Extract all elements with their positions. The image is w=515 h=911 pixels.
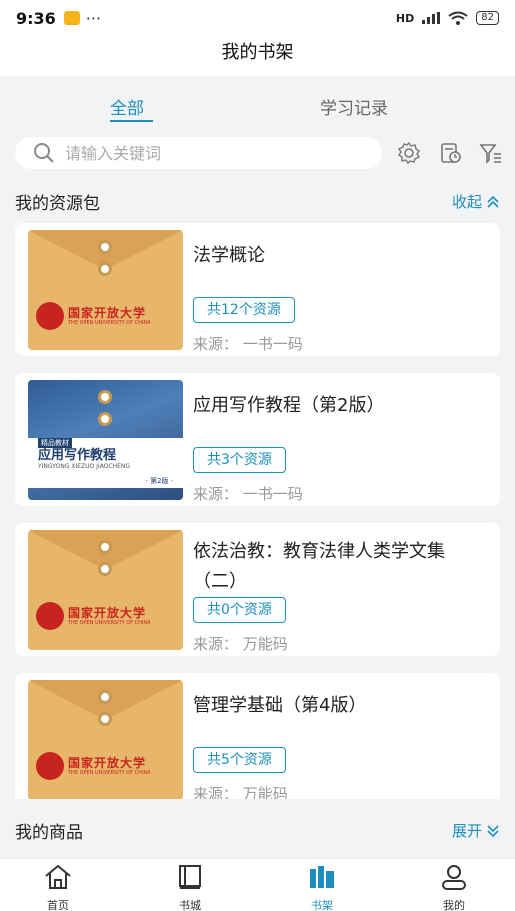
active-tab-indicator <box>110 120 153 122</box>
status-bar: 9:36 ··· HD 82 <box>0 0 515 36</box>
tab-all[interactable]: 全部 <box>110 94 144 119</box>
search-box[interactable] <box>15 137 382 169</box>
chevron-up-icon <box>487 195 499 208</box>
tab-bar: 全部 学习记录 <box>0 86 515 126</box>
chevron-down-icon <box>487 824 499 837</box>
university-name: 国家开放大学 <box>68 756 147 770</box>
item-title: 法学概论 <box>193 245 265 266</box>
book-icon <box>179 865 201 889</box>
expand-button[interactable]: 展开 <box>452 820 500 841</box>
network-indicator: HD <box>395 11 415 25</box>
nav-profile[interactable]: 我的 <box>424 863 484 911</box>
search-row <box>15 137 505 171</box>
battery-indicator: 82 <box>476 11 499 25</box>
resource-count-badge[interactable]: 共12个资源 <box>193 297 295 323</box>
resource-section-title: 我的资源包 <box>15 194 100 214</box>
home-icon <box>45 864 71 889</box>
search-icon <box>34 143 54 163</box>
envelope-cover: 国家开放大学 THE OPEN UNIVERSITY OF CHINA <box>28 530 183 650</box>
collapse-button[interactable]: 收起 <box>452 191 500 212</box>
resource-count-badge[interactable]: 共5个资源 <box>193 747 286 773</box>
resource-count-badge[interactable]: 共3个资源 <box>193 447 286 473</box>
resource-count-badge[interactable]: 共0个资源 <box>193 597 286 623</box>
book-cover: 精品教材 应用写作教程 YINGYONG XIEZUO JIAOCHENG · … <box>28 380 183 500</box>
envelope-cover: 国家开放大学 THE OPEN UNIVERSITY OF CHINA <box>28 230 183 350</box>
nav-label: 首页 <box>47 899 69 911</box>
nav-home[interactable]: 首页 <box>28 863 88 911</box>
nav-bookshelf[interactable]: 书架 <box>292 863 352 911</box>
wifi-icon <box>448 11 468 25</box>
bookshelf-icon <box>310 866 334 888</box>
item-source: 来源： 万能码 <box>193 635 288 653</box>
collapse-label: 收起 <box>451 193 482 211</box>
university-english-name: THE OPEN UNIVERSITY OF CHINA <box>68 320 151 326</box>
item-source: 来源： 一书一码 <box>193 335 303 353</box>
history-icon[interactable] <box>439 141 463 165</box>
university-name: 国家开放大学 <box>68 306 147 320</box>
item-title: 管理学基础（第4版） <box>193 695 367 716</box>
book-cover-title: 应用写作教程 <box>38 448 117 463</box>
goods-section-header: 我的商品 展开 <box>15 818 500 844</box>
search-input[interactable] <box>65 143 345 163</box>
book-cover-pinyin: YINGYONG XIEZUO JIAOCHENG <box>38 463 131 470</box>
resource-card[interactable]: 精品教材 应用写作教程 YINGYONG XIEZUO JIAOCHENG · … <box>15 373 500 506</box>
nav-bookstore[interactable]: 书城 <box>160 863 220 911</box>
item-title: 依法治教：教育法律人类学文集（二） <box>193 541 445 592</box>
signal-icon <box>422 12 441 24</box>
envelope-cover: 国家开放大学 THE OPEN UNIVERSITY OF CHINA <box>28 680 183 799</box>
university-logo <box>36 602 64 630</box>
university-english-name: THE OPEN UNIVERSITY OF CHINA <box>68 620 151 626</box>
resource-card[interactable]: 国家开放大学 THE OPEN UNIVERSITY OF CHINA 依法治教… <box>15 523 500 656</box>
bottom-nav: 首页 书城 书架 我的 <box>0 858 515 911</box>
notification-icon <box>63 11 80 25</box>
university-name: 国家开放大学 <box>68 606 147 620</box>
expand-label: 展开 <box>451 822 482 840</box>
book-cover-edition: · 第2版 · <box>145 477 173 485</box>
university-english-name: THE OPEN UNIVERSITY OF CHINA <box>68 770 151 776</box>
university-logo <box>36 752 64 780</box>
item-source: 来源： 万能码 <box>193 785 288 799</box>
page-title: 我的书架 <box>221 42 294 63</box>
user-icon <box>442 865 466 890</box>
more-notifications-indicator: ··· <box>85 8 102 28</box>
tab-study-history[interactable]: 学习记录 <box>320 94 388 119</box>
filter-icon[interactable] <box>479 141 503 165</box>
nav-label: 书架 <box>311 899 333 911</box>
status-time: 9:36 <box>16 8 56 28</box>
item-source: 来源： 一书一码 <box>193 485 303 503</box>
resource-card[interactable]: 国家开放大学 THE OPEN UNIVERSITY OF CHINA 法学概论… <box>15 223 500 356</box>
goods-section-title: 我的商品 <box>15 823 83 843</box>
settings-icon[interactable] <box>397 141 421 165</box>
nav-label: 书城 <box>179 899 201 911</box>
resource-card[interactable]: 国家开放大学 THE OPEN UNIVERSITY OF CHINA 管理学基… <box>15 673 500 799</box>
item-title: 应用写作教程（第2版） <box>193 395 385 416</box>
header: 我的书架 <box>0 36 515 76</box>
resource-section-header: 我的资源包 收起 <box>15 189 500 215</box>
university-logo <box>36 302 64 330</box>
nav-label: 我的 <box>443 899 465 911</box>
